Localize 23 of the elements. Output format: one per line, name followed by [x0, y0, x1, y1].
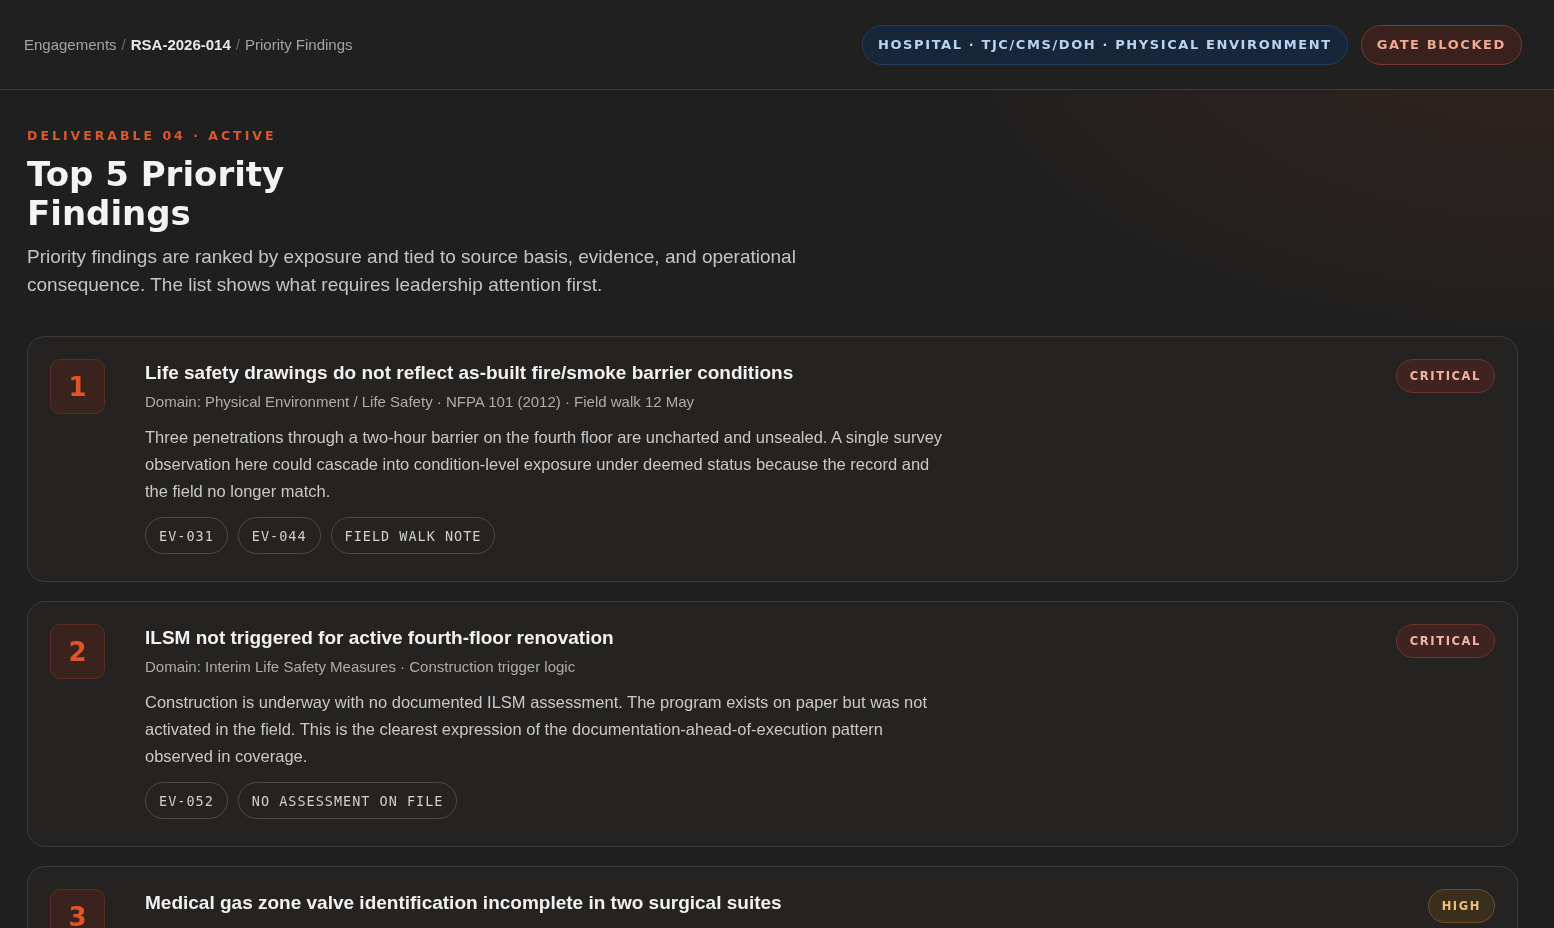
finding-title: Medical gas zone valve identification incomplete in two surgical suites [145, 892, 783, 914]
finding-description: Three penetrations through a two-hour barrier on the fourth floor are uncharted and unsealed. A single survey observation here could cascade into condition-level exposure under deemed status because the record and the field no longer match. [145, 427, 944, 502]
severity-badge: CRITICAL [1395, 359, 1495, 393]
breadcrumb-separator: / [121, 36, 126, 53]
breadcrumb-item[interactable]: Priority Findings [245, 36, 353, 53]
breadcrumb-item[interactable]: Engagements [24, 36, 117, 53]
status-badge: GATE BLOCKED [1360, 24, 1522, 65]
finding-title: Life safety drawings do not reflect as-built fire/smoke barrier conditions [145, 362, 795, 384]
rank-number: 1 [50, 359, 105, 414]
finding-meta: Domain: Physical Environment / Life Safety · NFPA 101 (2012) · Field walk 12 May [145, 393, 696, 410]
breadcrumb-separator: / [235, 36, 240, 53]
page-title: Top 5 Priority Findings [27, 155, 286, 233]
finding-title: ILSM not triggered for active fourth-floor renovation [145, 627, 615, 649]
eyebrow-label: DELIVERABLE 04 · ACTIVE [27, 128, 278, 143]
page-description: Priority findings are ranked by exposure and tied to source basis, evidence, and operational consequence. The list shows what requires leadership attention first. [27, 245, 797, 297]
severity-badge: HIGH [1427, 889, 1495, 923]
breadcrumb-item: RSA-2026-014 [130, 36, 231, 53]
severity-badge: CRITICAL [1395, 624, 1495, 658]
rank-number: 3 [50, 889, 105, 928]
scope-badge: HOSPITAL · TJC/CMS/DOH · PHYSICAL ENVIRONMENT [862, 24, 1348, 65]
rank-number: 2 [50, 624, 105, 679]
finding-description: Construction is underway with no documented ILSM assessment. The program exists on paper but was not activated in the field. This is the clearest expression of the documentation-ahead-of-execution pattern observed in coverage. [145, 692, 928, 767]
finding-meta: Domain: Interim Life Safety Measures · Construction trigger logic [145, 658, 577, 675]
